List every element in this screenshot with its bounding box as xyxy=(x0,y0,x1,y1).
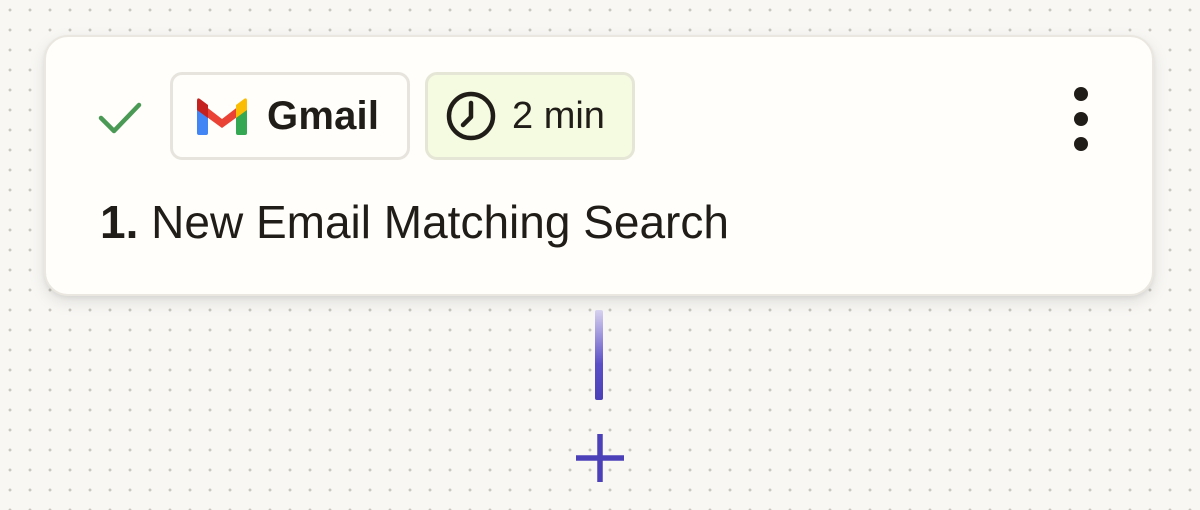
step-title: 1. New Email Matching Search xyxy=(100,195,729,249)
app-name: Gmail xyxy=(267,93,380,138)
gmail-icon xyxy=(197,98,247,135)
step-number: 1. xyxy=(100,196,139,248)
menu-dot xyxy=(1074,137,1088,151)
poll-interval-chip[interactable]: 2 min xyxy=(425,72,635,160)
zap-step-card[interactable]: Gmail 2 min 1. New Email Matching Search xyxy=(44,35,1154,296)
connector-line xyxy=(595,310,603,400)
check-icon xyxy=(98,102,142,134)
app-chip[interactable]: Gmail xyxy=(170,72,410,160)
more-vertical-icon[interactable] xyxy=(1056,87,1106,151)
poll-interval-label: 2 min xyxy=(512,94,605,137)
clock-icon xyxy=(446,91,496,141)
menu-dot xyxy=(1074,87,1088,101)
plus-icon[interactable] xyxy=(573,431,627,485)
step-name: New Email Matching Search xyxy=(151,196,729,248)
menu-dot xyxy=(1074,112,1088,126)
